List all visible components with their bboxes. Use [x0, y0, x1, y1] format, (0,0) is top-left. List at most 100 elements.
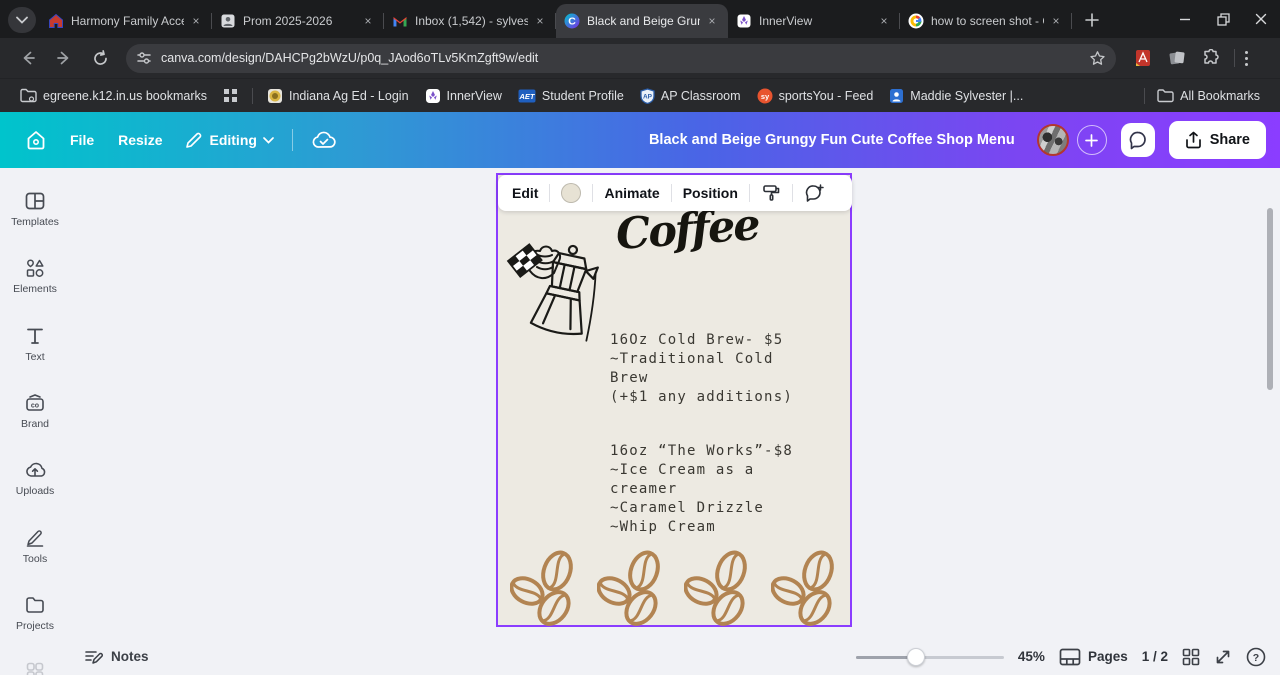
- menu-line: Brew: [610, 370, 649, 386]
- sidebar-item-apps-partial[interactable]: [0, 660, 70, 675]
- window-controls: [1166, 0, 1280, 38]
- coffee-beans-illustration[interactable]: [684, 547, 756, 627]
- tab-close-icon[interactable]: ×: [360, 13, 376, 29]
- footer-controls: 45% Pages 1 / 2 ?: [855, 647, 1266, 667]
- copy-style-button[interactable]: [761, 183, 781, 203]
- reload-button[interactable]: [85, 43, 115, 73]
- pages-button[interactable]: Pages: [1059, 648, 1128, 666]
- tab-prom[interactable]: Prom 2025-2026 ×: [212, 4, 384, 38]
- reader-extension-button[interactable]: [1130, 45, 1156, 71]
- sidebar-item-brand[interactable]: co Brand: [0, 392, 70, 430]
- design-canvas-page[interactable]: Coffee 16Oz Cold Brew- $5 ~Traditional C…: [496, 173, 852, 627]
- share-button[interactable]: Share: [1168, 121, 1266, 159]
- person-favicon-icon: [221, 14, 235, 28]
- sidebar-item-uploads[interactable]: Uploads: [0, 459, 70, 497]
- moka-pot-illustration[interactable]: [504, 237, 626, 355]
- sidebar-item-projects[interactable]: Projects: [0, 594, 70, 632]
- grid-view-icon: [1182, 648, 1200, 665]
- bookmarks-folder[interactable]: egreene.k12.in.us bookmarks: [12, 84, 215, 107]
- house-favicon-icon: [49, 13, 63, 28]
- plus-icon: [1085, 133, 1099, 147]
- notes-button[interactable]: Notes: [84, 648, 149, 666]
- editing-mode-button[interactable]: Editing: [174, 123, 283, 158]
- tab-close-icon[interactable]: ×: [532, 13, 548, 29]
- restore-button[interactable]: [1204, 0, 1242, 38]
- document-title[interactable]: Black and Beige Grungy Fun Cute Coffee S…: [649, 132, 1015, 148]
- pages-icon: [1059, 648, 1081, 665]
- close-button[interactable]: [1242, 0, 1280, 38]
- menu-item-cold-brew[interactable]: 16Oz Cold Brew- $5 ~Traditional Cold Bre…: [610, 331, 846, 407]
- bookmark-indiana-ag-ed[interactable]: Indiana Ag Ed - Login: [259, 84, 417, 108]
- sidebar-item-text[interactable]: Text: [0, 325, 70, 363]
- grid-view-button[interactable]: [1182, 648, 1200, 666]
- resize-menu-button[interactable]: Resize: [106, 124, 174, 156]
- menu-item-the-works[interactable]: 16oz “The Works”-$8 ~Ice Cream as a crea…: [610, 442, 846, 537]
- coffee-beans-illustration[interactable]: [510, 547, 582, 627]
- cloud-save-status-button[interactable]: [301, 121, 347, 159]
- bookmark-star-icon[interactable]: [1089, 50, 1106, 67]
- toolbar-divider: [1234, 49, 1235, 67]
- sidebar-item-elements[interactable]: Elements: [0, 257, 70, 295]
- tab-search-button[interactable]: [8, 7, 36, 33]
- tab-harmony[interactable]: Harmony Family Acce ×: [40, 4, 212, 38]
- address-bar[interactable]: canva.com/design/DAHCPg2bWzU/p0q_JAod6oT…: [126, 43, 1116, 73]
- svg-text:sy: sy: [760, 92, 769, 101]
- bookmark-maddie-sylvester[interactable]: Maddie Sylvester |...: [881, 84, 1031, 108]
- extensions-button[interactable]: [1198, 45, 1224, 71]
- forward-button[interactable]: [49, 43, 79, 73]
- fullscreen-button[interactable]: [1214, 648, 1232, 666]
- bookmark-ap-classroom[interactable]: AP AP Classroom: [632, 84, 749, 108]
- background-color-swatch[interactable]: [561, 183, 582, 203]
- bookmark-student-profile[interactable]: AET Student Profile: [510, 85, 632, 107]
- coffee-beans-illustration[interactable]: [597, 547, 669, 627]
- comments-button[interactable]: [1120, 123, 1155, 157]
- add-member-button[interactable]: [1076, 125, 1107, 155]
- add-comment-button[interactable]: [804, 183, 825, 203]
- bookmark-innerview[interactable]: InnerView: [417, 84, 510, 108]
- menu-line: ~Caramel Drizzle: [610, 500, 765, 516]
- edit-button[interactable]: Edit: [512, 185, 538, 201]
- sidebar-item-templates[interactable]: Templates: [0, 190, 70, 228]
- tab-close-icon[interactable]: ×: [188, 13, 204, 29]
- collage-extension-button[interactable]: [1164, 45, 1190, 71]
- tab-google-search[interactable]: how to screen shot - G ×: [900, 4, 1072, 38]
- ap-shield-favicon-icon: AP: [640, 87, 655, 104]
- browser-menu-button[interactable]: [1241, 47, 1252, 70]
- tab-close-icon[interactable]: ×: [876, 13, 892, 29]
- apps-grid-icon: [223, 89, 237, 102]
- new-tab-button[interactable]: [1078, 6, 1106, 34]
- canva-header: File Resize Editing Black and Beige Grun…: [0, 112, 1280, 168]
- bookmark-sportsyou[interactable]: sy sportsYou - Feed: [749, 84, 882, 108]
- collage-extension-icon: [1169, 51, 1185, 65]
- tab-gmail[interactable]: Inbox (1,542) - sylvest ×: [384, 4, 556, 38]
- sidebar-item-label: Projects: [16, 620, 54, 632]
- minimize-button[interactable]: [1166, 0, 1204, 38]
- all-bookmarks-button[interactable]: All Bookmarks: [1130, 84, 1268, 108]
- workspace-scrollbar[interactable]: [1267, 208, 1273, 390]
- file-menu-button[interactable]: File: [58, 124, 106, 156]
- tab-close-icon[interactable]: ×: [1048, 13, 1064, 29]
- avatar[interactable]: [1036, 124, 1069, 156]
- bookmarks-divider: [1144, 87, 1146, 104]
- share-upload-icon: [1185, 131, 1201, 149]
- header-divider: [291, 129, 293, 151]
- help-button[interactable]: ?: [1246, 647, 1266, 667]
- tools-icon: [26, 530, 44, 547]
- browser-toolbar: canva.com/design/DAHCPg2bWzU/p0q_JAod6oT…: [0, 38, 1280, 78]
- animate-button[interactable]: Animate: [604, 185, 659, 201]
- zoom-slider-knob[interactable]: [906, 647, 925, 666]
- sidebar-item-label: Brand: [20, 418, 50, 430]
- coffee-beans-illustration[interactable]: [771, 547, 843, 627]
- position-button[interactable]: Position: [683, 185, 738, 201]
- svg-text:AP: AP: [643, 93, 653, 100]
- canva-home-button[interactable]: [14, 120, 58, 160]
- zoom-slider[interactable]: [855, 647, 1004, 666]
- apps-shortcut-button[interactable]: [215, 84, 246, 107]
- tab-innerview[interactable]: InnerView ×: [728, 4, 900, 38]
- cloud-check-icon: [312, 131, 336, 148]
- tab-canva-active[interactable]: C Black and Beige Grung ×: [556, 4, 728, 38]
- page-indicator: 1 / 2: [1141, 649, 1168, 664]
- back-button[interactable]: [13, 43, 43, 73]
- sidebar-item-tools[interactable]: Tools: [0, 527, 70, 565]
- tab-close-icon[interactable]: ×: [704, 13, 720, 29]
